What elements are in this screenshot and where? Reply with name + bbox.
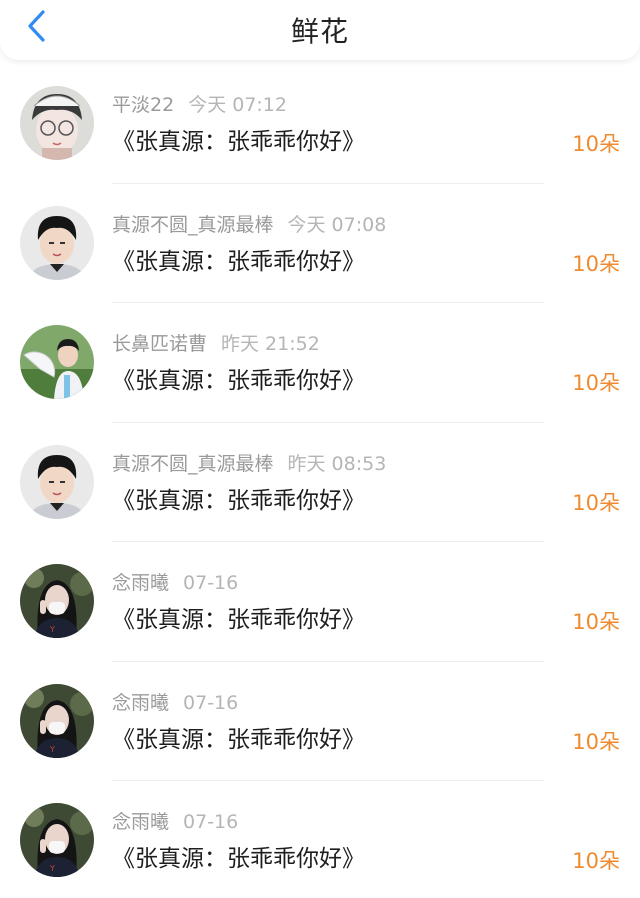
- item-meta: 念雨曦 07-16: [112, 807, 238, 834]
- avatar[interactable]: [20, 444, 94, 519]
- list-item[interactable]: Y 念雨曦 07-16 《张真源：张乖乖你好》 10朵: [0, 542, 640, 662]
- sender-name[interactable]: 长鼻匹诺曹: [112, 333, 207, 355]
- list-item[interactable]: 真源不圆_真源最棒 今天 07:08 《张真源：张乖乖你好》 10朵: [0, 184, 640, 303]
- timestamp: 昨天 08:53: [287, 452, 387, 475]
- list-item[interactable]: Y 念雨曦 07-16 《张真源：张乖乖你好》 10朵: [0, 781, 640, 898]
- avatar[interactable]: [20, 205, 94, 280]
- list-item[interactable]: 真源不圆_真源最棒 昨天 08:53 《张真源：张乖乖你好》 10朵: [0, 423, 640, 542]
- sender-name[interactable]: 念雨曦: [112, 572, 169, 594]
- flower-count: 10朵: [572, 251, 620, 276]
- gift-message: 《张真源：张乖乖你好》: [112, 487, 365, 514]
- svg-text:Y: Y: [49, 745, 55, 754]
- avatar[interactable]: Y: [20, 683, 94, 758]
- timestamp: 今天 07:08: [287, 213, 387, 236]
- timestamp: 07-16: [183, 811, 239, 833]
- flower-count: 10朵: [572, 729, 620, 754]
- item-meta: 念雨曦 07-16: [112, 568, 238, 595]
- item-meta: 念雨曦 07-16: [112, 688, 238, 715]
- page-title: 鲜花: [290, 15, 349, 48]
- flower-gift-list: 平淡22 今天 07:12 《张真源：张乖乖你好》 10朵 真源不圆_真源最棒 …: [0, 64, 640, 898]
- sender-name[interactable]: 念雨曦: [112, 811, 169, 833]
- sender-name[interactable]: 真源不圆_真源最棒: [112, 214, 274, 236]
- timestamp: 07-16: [183, 572, 239, 594]
- flower-count: 10朵: [572, 132, 620, 156]
- item-meta: 真源不圆_真源最棒 昨天 08:53: [112, 449, 386, 476]
- gift-message: 《张真源：张乖乖你好》: [112, 129, 365, 155]
- list-item[interactable]: 长鼻匹诺曹 昨天 21:52 《张真源：张乖乖你好》 10朵: [0, 303, 640, 423]
- list-item[interactable]: 平淡22 今天 07:12 《张真源：张乖乖你好》 10朵: [0, 64, 640, 184]
- gift-message: 《张真源：张乖乖你好》: [112, 846, 365, 872]
- flower-count: 10朵: [572, 490, 620, 515]
- gift-message: 《张真源：张乖乖你好》: [112, 248, 365, 275]
- gift-message: 《张真源：张乖乖你好》: [112, 726, 365, 753]
- gift-message: 《张真源：张乖乖你好》: [112, 607, 365, 633]
- flower-count: 10朵: [572, 610, 620, 634]
- svg-text:Y: Y: [49, 864, 55, 873]
- svg-text:Y: Y: [49, 625, 55, 634]
- timestamp: 今天 07:12: [188, 94, 287, 116]
- avatar[interactable]: [20, 86, 94, 160]
- timestamp: 07-16: [183, 691, 239, 714]
- item-meta: 真源不圆_真源最棒 今天 07:08: [112, 210, 386, 237]
- timestamp: 昨天 21:52: [221, 333, 320, 355]
- flower-count: 10朵: [572, 849, 620, 873]
- top-bar: 鲜花: [0, 0, 640, 60]
- flower-count: 10朵: [572, 371, 620, 395]
- item-meta: 平淡22 今天 07:12: [112, 90, 287, 117]
- sender-name[interactable]: 念雨曦: [112, 692, 169, 714]
- list-item[interactable]: Y 念雨曦 07-16 《张真源：张乖乖你好》 10朵: [0, 662, 640, 781]
- sender-name[interactable]: 平淡22: [112, 94, 174, 116]
- item-meta: 长鼻匹诺曹 昨天 21:52: [112, 329, 320, 356]
- avatar[interactable]: Y: [20, 564, 94, 638]
- gift-message: 《张真源：张乖乖你好》: [112, 368, 365, 394]
- flowers-page: 鲜花 平淡22 今天 07:12 《张真源：张乖乖你好》 10朵 真源不圆_真源…: [0, 0, 640, 898]
- avatar[interactable]: Y: [20, 803, 94, 877]
- sender-name[interactable]: 真源不圆_真源最棒: [112, 453, 274, 475]
- avatar[interactable]: [20, 325, 94, 399]
